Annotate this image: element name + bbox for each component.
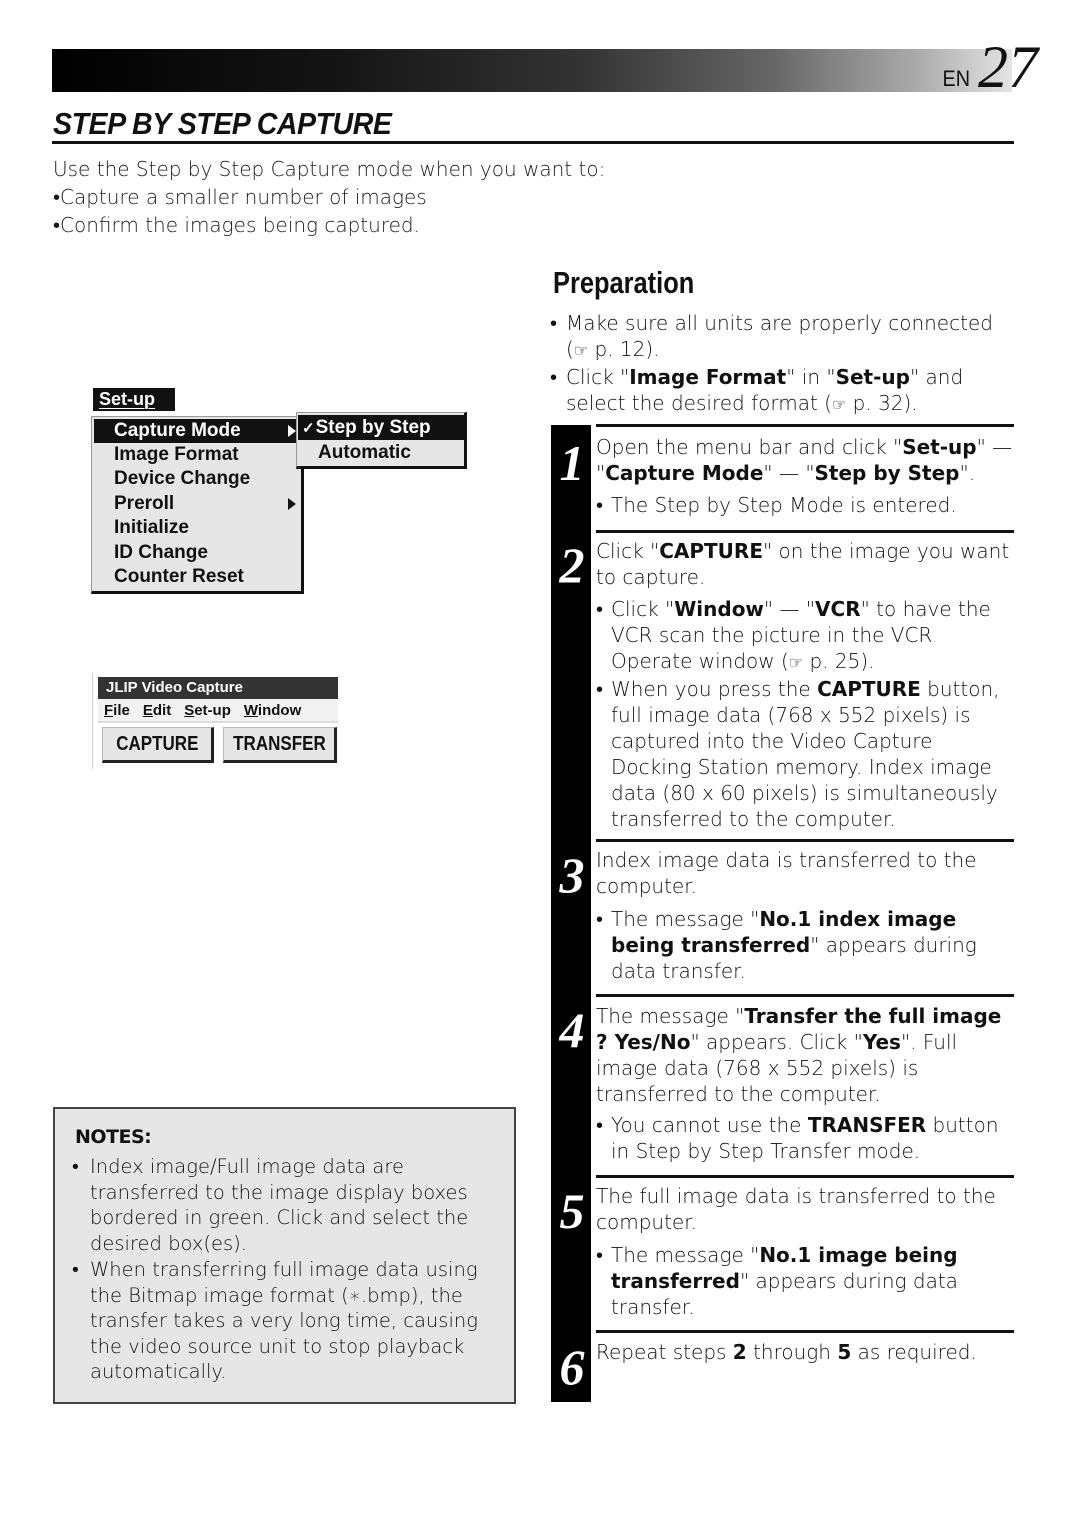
- intro: Use the Step by Step Capture mode when y…: [53, 155, 653, 239]
- page-reference-icon: ☞: [788, 653, 804, 672]
- menu-item-device-change[interactable]: Device Change: [94, 467, 300, 491]
- window-title-bar: JLIP Video Capture: [98, 677, 338, 699]
- title-rule: [52, 141, 1014, 144]
- step-3-notes: • The message "No.1 index image being tra…: [596, 907, 977, 983]
- menu-item-counter-reset[interactable]: Counter Reset: [94, 565, 300, 589]
- step-2-notes: • Click "Window" — "VCR" to have the VCR …: [596, 597, 1000, 831]
- window-menu-bar: File Edit Set-up Window: [98, 699, 338, 723]
- bullet-icon: •: [53, 213, 61, 237]
- menu-file[interactable]: File: [104, 699, 130, 721]
- submenu-arrow-icon: [288, 498, 296, 510]
- capture-button[interactable]: CAPTURE: [102, 727, 214, 763]
- intro-bullet: •Confirm the images being captured.: [53, 213, 420, 237]
- step-number: 1: [559, 435, 585, 491]
- step-4-notes: • You cannot use the TRANSFER button in S…: [596, 1113, 999, 1163]
- step-6-text: Repeat steps 2 through 5 as required.: [596, 1340, 977, 1364]
- menu-setup-tab[interactable]: Set-up: [93, 388, 175, 411]
- menu-item-id-change[interactable]: ID Change: [94, 541, 300, 565]
- step-divider: [596, 424, 1014, 427]
- bullet-icon: •: [53, 185, 61, 209]
- submenu-item-step-by-step[interactable]: ✓Step by Step: [298, 415, 464, 440]
- preparation-bullet: • Make sure all units are properly connec…: [550, 311, 993, 361]
- notes-box: NOTES: • Index image/Full image data are …: [53, 1107, 516, 1404]
- step-5-text: The full image data is transferred to th…: [596, 1184, 996, 1234]
- step-divider: [596, 1330, 1014, 1333]
- header-bar: [52, 49, 1012, 92]
- menu-item-preroll[interactable]: Preroll: [94, 492, 300, 516]
- checkmark-icon: ✓: [302, 420, 315, 437]
- bullet-icon: •: [72, 1155, 79, 1178]
- step-number: 5: [559, 1183, 585, 1239]
- note-item: • Index image/Full image data are transfe…: [72, 1155, 469, 1255]
- menu-window[interactable]: Window: [244, 699, 301, 721]
- step-2-text: Click "CAPTURE" on the image you want to…: [596, 539, 1010, 589]
- page-reference-icon: ☞: [573, 341, 589, 360]
- intro-bullet: •Capture a smaller number of images: [53, 185, 427, 209]
- jlip-video-capture-window: JLIP Video Capture File Edit Set-up Wind…: [92, 673, 339, 769]
- page-number: 27: [978, 34, 1038, 100]
- notes-title: NOTES:: [75, 1126, 152, 1148]
- submenu-arrow-icon: [288, 425, 296, 437]
- bullet-icon: •: [72, 1258, 79, 1281]
- note-item: • When transferring full image data using…: [72, 1258, 478, 1384]
- preparation-list: • Make sure all units are properly connec…: [550, 310, 1020, 418]
- step-divider: [596, 1175, 1014, 1178]
- step-3-text: Index image data is transferred to the c…: [596, 848, 977, 898]
- preparation-title: Preparation: [553, 265, 695, 300]
- step-number: 3: [559, 847, 585, 903]
- section-title: STEP BY STEP CAPTURE: [53, 106, 392, 141]
- step-5-notes: • The message "No.1 image being transferr…: [596, 1243, 958, 1319]
- intro-lead: Use the Step by Step Capture mode when y…: [53, 157, 606, 181]
- menu-item-capture-mode[interactable]: Capture Mode: [94, 419, 300, 443]
- menu-item-image-format[interactable]: Image Format: [94, 443, 300, 467]
- capture-mode-submenu: ✓Step by Step Automatic: [296, 412, 467, 469]
- preparation-bullet: • Click "Image Format" in "Set-up" and se…: [550, 365, 964, 415]
- page-reference-icon: ☞: [831, 395, 847, 414]
- step-divider: [596, 530, 1014, 533]
- menu-setup[interactable]: Set-up: [184, 699, 231, 721]
- step-1-text: Open the menu bar and click "Set-up" — "…: [596, 435, 1013, 485]
- step-1-notes: • The Step by Step Mode is entered.: [596, 493, 957, 517]
- submenu-item-automatic[interactable]: Automatic: [298, 440, 464, 465]
- language-code: EN: [942, 66, 971, 91]
- menu-edit[interactable]: Edit: [143, 699, 171, 721]
- setup-dropdown-menu: Capture Mode Image Format Device Change …: [91, 416, 304, 594]
- menu-item-initialize[interactable]: Initialize: [94, 516, 300, 540]
- step-divider: [596, 839, 1014, 842]
- step-number: 6: [559, 1339, 585, 1395]
- step-4-text: The message "Transfer the full image ? Y…: [596, 1004, 1002, 1106]
- page-number-label: EN 27: [941, 34, 1038, 100]
- step-number: 2: [559, 537, 585, 593]
- transfer-button[interactable]: TRANSFER: [223, 727, 337, 763]
- step-number: 4: [559, 1002, 585, 1058]
- step-divider: [596, 994, 1014, 997]
